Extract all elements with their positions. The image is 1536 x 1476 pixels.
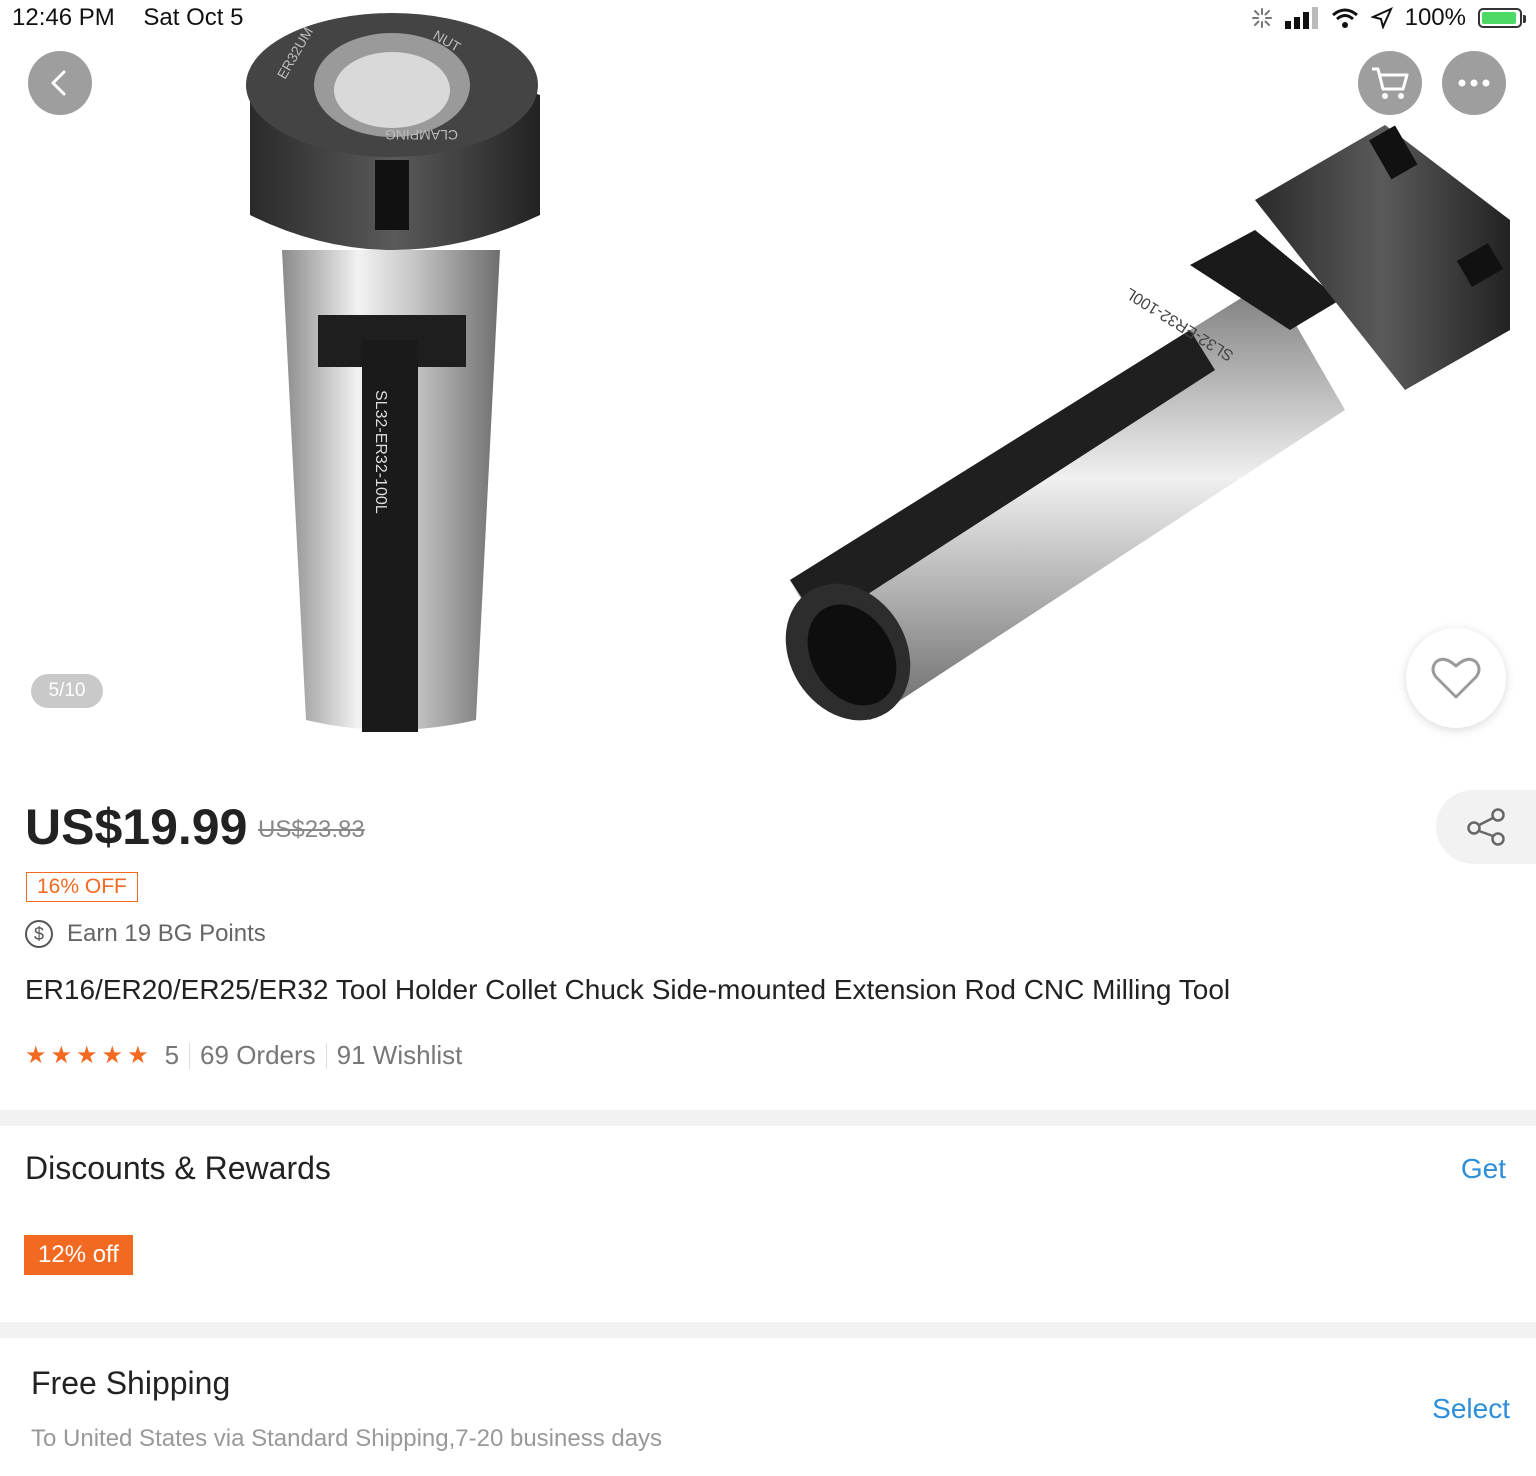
original-price: US$23.83 [258, 816, 365, 843]
discounts-title: Discounts & Rewards [25, 1150, 331, 1186]
star-icon: ★★★★★ [25, 1042, 153, 1069]
current-price: US$19.99 [25, 799, 248, 855]
share-icon [1467, 808, 1505, 846]
shipping-title: Free Shipping [31, 1365, 231, 1401]
status-date: Sat Oct 5 [143, 4, 244, 31]
signal-icon [1284, 7, 1318, 29]
orders-count: 69 Orders [200, 1040, 316, 1070]
rating-value: 5 [164, 1040, 180, 1070]
more-icon [1458, 79, 1490, 87]
product-image: SL32-ER32-100L ER32UM NUT CLAMPING SL32-… [246, 13, 1510, 732]
status-bar-left: 12:46 PM Sat Oct 5 [12, 4, 243, 32]
tool-holder-vertical: SL32-ER32-100L ER32UM NUT CLAMPING [246, 13, 540, 732]
divider [325, 1042, 327, 1069]
shipping-details: To United States via Standard Shipping,7… [31, 1425, 663, 1452]
battery-icon [1478, 8, 1526, 28]
wishlist-button[interactable] [1406, 628, 1506, 728]
battery-percent: 100% [1404, 4, 1466, 31]
activity-spinner-icon [1251, 8, 1272, 28]
location-icon [1370, 7, 1393, 29]
rating-row[interactable]: ★★★★★ 5 69 Orders 91 Wishlist [25, 1040, 462, 1071]
tool-holder-diagonal: SL32-ER32-100L [785, 125, 1510, 721]
coupon-badge[interactable]: 12% off [24, 1235, 133, 1275]
nut-engraving-clamping: CLAMPING [385, 127, 458, 143]
share-button[interactable] [1436, 790, 1536, 864]
status-time: 12:46 PM [12, 4, 115, 31]
back-icon [51, 70, 66, 96]
heart-icon [1431, 657, 1481, 699]
more-button[interactable] [1442, 51, 1506, 115]
section-divider [0, 1322, 1536, 1338]
divider [189, 1042, 191, 1069]
points-text: Earn 19 BG Points [67, 920, 266, 947]
back-button[interactable] [28, 51, 92, 115]
product-image-gallery[interactable]: SL32-ER32-100L ER32UM NUT CLAMPING SL32-… [0, 0, 1536, 766]
discount-badge: 16% OFF [26, 872, 138, 902]
image-counter: 5/10 [31, 674, 103, 708]
get-coupon-link[interactable]: Get [1461, 1153, 1506, 1185]
select-shipping-link[interactable]: Select [1432, 1393, 1510, 1425]
section-divider [0, 1110, 1536, 1126]
status-bar-right: 100% [1251, 4, 1526, 32]
coin-icon: $ [25, 920, 53, 948]
cart-button[interactable] [1358, 51, 1422, 115]
cart-icon [1372, 67, 1409, 99]
wifi-icon [1331, 8, 1358, 28]
points-row: $ Earn 19 BG Points [25, 920, 266, 948]
product-title: ER16/ER20/ER25/ER32 Tool Holder Collet C… [25, 974, 1231, 1005]
shank-engraving-left: SL32-ER32-100L [372, 390, 389, 514]
wishlist-count: 91 Wishlist [336, 1040, 463, 1070]
